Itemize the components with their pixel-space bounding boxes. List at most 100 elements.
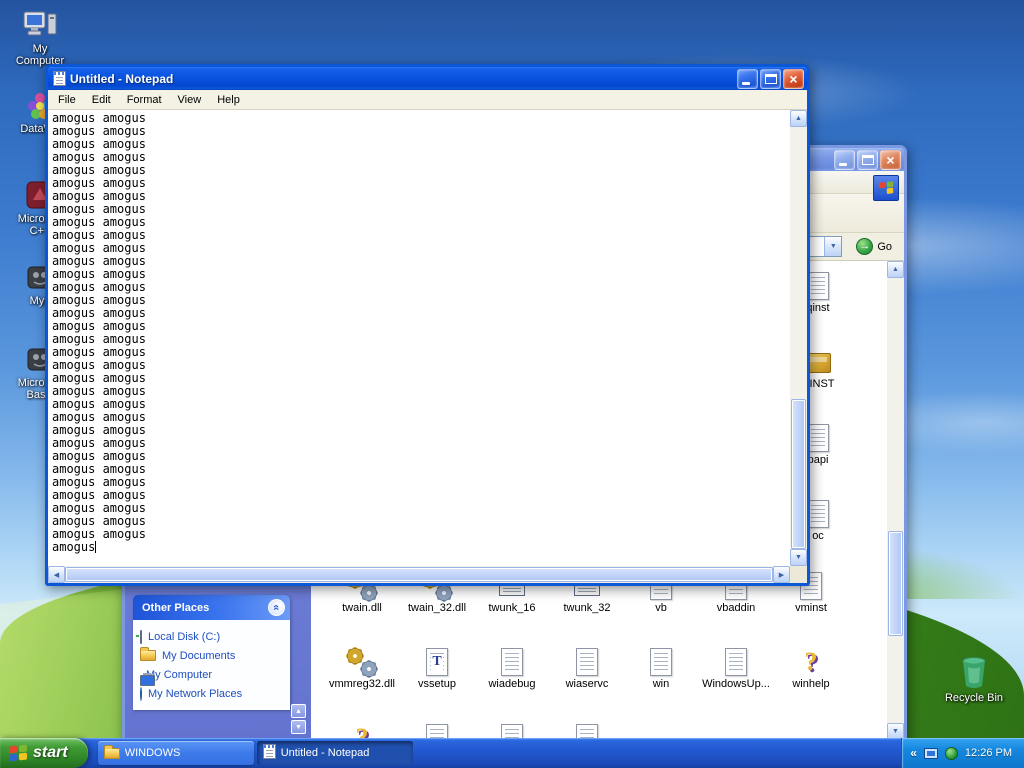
dll-icon — [326, 644, 398, 676]
display-tray-icon[interactable] — [923, 747, 938, 759]
text-line: amogus amogus — [52, 137, 146, 151]
minimize-button[interactable] — [737, 68, 758, 89]
go-label: Go — [877, 240, 892, 253]
doc-icon — [476, 720, 548, 740]
menu-format[interactable]: Format — [119, 91, 170, 109]
file-item-win[interactable]: win — [625, 644, 697, 690]
other-places-local-disk-c[interactable]: Local Disk (C:) — [140, 627, 286, 646]
menu-edit[interactable]: Edit — [84, 91, 119, 109]
text-line: amogus amogus — [52, 501, 146, 515]
doc-icon — [401, 720, 473, 740]
close-icon[interactable]: × — [880, 149, 901, 170]
taskbar-task-list: WINDOWS Untitled - Notepad — [97, 741, 413, 765]
scrollbar-thumb[interactable] — [65, 567, 773, 582]
scroll-up-button[interactable]: ▲ — [887, 261, 904, 278]
file-label: vminst — [795, 602, 827, 614]
doc-icon — [551, 720, 623, 740]
scroll-down-icon[interactable]: ▼ — [291, 720, 306, 734]
address-dropdown-icon[interactable]: ▼ — [824, 237, 842, 256]
file-item-wiaservc[interactable]: wiaservc — [551, 644, 623, 690]
scroll-left-button[interactable]: ◀ — [48, 566, 65, 583]
text-line: amogus amogus — [52, 384, 146, 398]
text-line: amogus amogus — [52, 319, 146, 333]
scroll-right-button[interactable]: ▶ — [773, 566, 790, 583]
other-places-header[interactable]: Other Places « — [133, 595, 290, 620]
start-label: start — [33, 744, 68, 761]
start-button[interactable]: start — [0, 738, 88, 768]
go-button[interactable]: → Go — [850, 236, 898, 258]
horizontal-scrollbar[interactable]: ◀ ▶ — [48, 566, 790, 583]
text-line: amogus amogus — [52, 124, 146, 138]
other-places-my-computer[interactable]: My Computer — [140, 665, 286, 684]
doc-icon — [551, 644, 623, 676]
notepad-titlebar[interactable]: Untitled - Notepad × — [48, 67, 807, 90]
text-line: amogus amogus — [52, 397, 146, 411]
vertical-scrollbar[interactable]: ▲ ▼ — [790, 110, 807, 566]
other-places-my-network-places[interactable]: My Network Places — [140, 684, 286, 703]
scrollbar-thumb[interactable] — [791, 399, 806, 549]
menu-help[interactable]: Help — [209, 91, 248, 109]
text-line: amogus amogus — [52, 241, 146, 255]
collapse-chevron-icon[interactable]: « — [268, 599, 285, 616]
tray-collapse-chevron-icon[interactable]: « — [910, 746, 917, 760]
other-places-label: Local Disk (C:) — [148, 630, 221, 643]
text-line: amogus amogus — [52, 527, 146, 541]
file-item-windowsup[interactable]: WindowsUp... — [700, 644, 772, 690]
menu-view[interactable]: View — [170, 91, 210, 109]
other-places-my-documents[interactable]: My Documents — [140, 646, 286, 665]
desktop[interactable]: My Computer DataWa Microsoft C++ Myp Microso… — [0, 0, 1024, 768]
scroll-up-icon[interactable]: ▲ — [291, 704, 306, 718]
other-places-label: My Computer — [146, 668, 213, 681]
file-item-vmmreg32-dll[interactable]: vmmreg32.dll — [326, 644, 398, 690]
file-item-partial[interactable] — [476, 720, 548, 740]
text-line: amogus amogus — [52, 228, 146, 242]
task-label: WINDOWS — [124, 747, 181, 759]
file-item-partial[interactable] — [401, 720, 473, 740]
maximize-button[interactable] — [760, 68, 781, 89]
file-item-partial[interactable]: ? — [326, 720, 398, 741]
scrollbar-thumb[interactable] — [888, 531, 903, 636]
other-places-label: My Documents — [162, 649, 236, 662]
window-title: Untitled - Notepad — [70, 71, 174, 86]
scroll-up-button[interactable]: ▲ — [790, 110, 807, 127]
maximize-button[interactable] — [857, 149, 878, 170]
text-line: amogus amogus — [52, 111, 146, 125]
desktop-icon-label: Recycle Bin — [944, 692, 1004, 704]
text-line: amogus amogus — [52, 202, 146, 216]
close-icon[interactable]: × — [783, 68, 804, 89]
file-item-wiadebug[interactable]: wiadebug — [476, 644, 548, 690]
scrollbar-corner — [790, 566, 807, 583]
menu-file[interactable]: File — [50, 91, 84, 109]
other-places-title: Other Places — [142, 601, 210, 614]
other-places-label: My Network Places — [148, 687, 243, 700]
notepad-text-area[interactable]: amogus amogus amogus amogus amogus amogus a… — [48, 110, 807, 583]
explorer-vertical-scrollbar[interactable]: ▲ ▼ — [887, 261, 904, 740]
notepad-menubar: File Edit Format View Help — [48, 90, 807, 110]
file-label: vbaddin — [716, 602, 756, 614]
disk-icon — [140, 629, 142, 644]
help-icon: ? — [355, 723, 369, 741]
file-item-winhelp[interactable]: ? winhelp — [775, 644, 847, 691]
taskbar-task-untitled-notepad[interactable]: Untitled - Notepad — [256, 741, 413, 765]
notepad-text[interactable]: amogus amogus amogus amogus amogus amogus a… — [48, 110, 790, 566]
file-label: wiadebug — [488, 678, 536, 690]
taskbar-task-windows[interactable]: WINDOWS — [97, 741, 254, 765]
file-item-partial[interactable] — [551, 720, 623, 740]
system-tray: « 12:26 PM — [901, 738, 1024, 768]
file-label: twain.dll — [342, 602, 382, 614]
file-label: WindowsUp... — [702, 678, 770, 690]
file-label: vssetup — [418, 678, 456, 690]
desktop-icon-my-computer[interactable]: My Computer — [8, 6, 72, 67]
file-label: twunk_16 — [488, 602, 536, 614]
text-line: amogus amogus — [52, 514, 146, 528]
notepad-window: Untitled - Notepad × File Edit Format View H… — [45, 64, 810, 586]
minimize-button[interactable] — [834, 149, 855, 170]
text-line: amogus amogus — [52, 475, 146, 489]
file-label: win — [652, 678, 670, 690]
text-line: amogus amogus — [52, 488, 146, 502]
desktop-icon-recycle-bin[interactable]: Recycle Bin — [942, 655, 1006, 704]
scroll-down-button[interactable]: ▼ — [790, 549, 807, 566]
file-item-vssetup[interactable]: Tvssetup — [401, 644, 473, 690]
shield-tray-icon[interactable] — [944, 746, 958, 760]
doc-icon — [476, 644, 548, 676]
